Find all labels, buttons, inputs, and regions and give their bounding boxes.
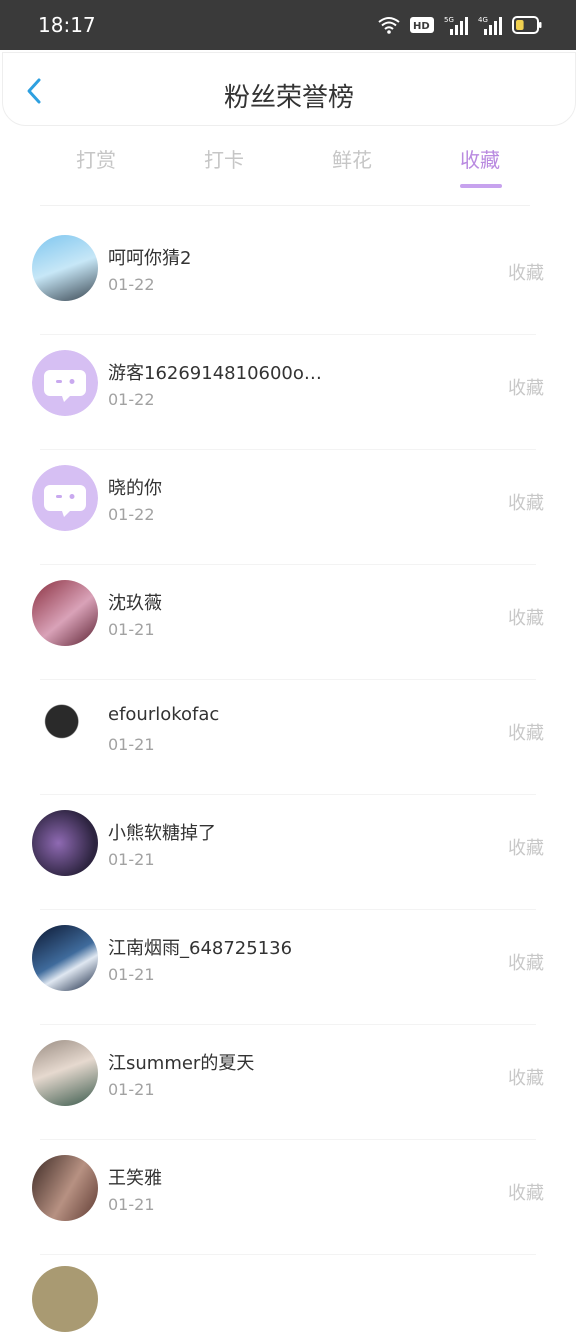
status-time: 18:17 xyxy=(38,13,96,37)
fan-name: 沈玖薇 xyxy=(108,593,162,614)
hd-icon: HD xyxy=(410,17,434,33)
fan-list: 呵呵你猜2 01-22 收藏 游客1626914810600on... 01-2… xyxy=(0,220,576,1255)
divider xyxy=(40,1254,536,1255)
fan-date: 01-22 xyxy=(108,390,155,409)
fan-row[interactable]: 晓的你 01-22 收藏 xyxy=(0,450,576,565)
fan-name: 呵呵你猜2 xyxy=(108,248,192,269)
fan-date: 01-21 xyxy=(108,1195,155,1214)
fan-name: 王笑雅 xyxy=(108,1168,162,1189)
header-bar: 粉丝荣誉榜 xyxy=(2,52,576,126)
signal-5g-icon: 5G xyxy=(444,16,468,35)
fan-row[interactable]: 江summer的夏天 01-21 收藏 xyxy=(0,1025,576,1140)
fan-name: 江南烟雨_648725136 xyxy=(108,938,293,959)
fan-row[interactable]: 沈玖薇 01-21 收藏 xyxy=(0,565,576,680)
fan-name: 小熊软糖掉了 xyxy=(108,823,216,844)
fan-name: 游客1626914810600on... xyxy=(108,363,323,384)
fan-row[interactable]: 王笑雅 01-21 收藏 xyxy=(0,1140,576,1255)
action-label: 收藏 xyxy=(508,953,544,974)
tab-active-indicator xyxy=(460,184,502,188)
action-label: 收藏 xyxy=(508,723,544,744)
action-label: 收藏 xyxy=(508,1183,544,1204)
action-label: 收藏 xyxy=(508,378,544,399)
avatar[interactable] xyxy=(32,1266,98,1332)
tab-checkin[interactable]: 打卡 xyxy=(184,144,264,173)
page-title: 粉丝荣誉榜 xyxy=(223,83,354,113)
fan-date: 01-21 xyxy=(108,1080,155,1099)
tab-bar: 打赏 打卡 鲜花 收藏 xyxy=(0,140,576,190)
action-label: 收藏 xyxy=(508,838,544,859)
fan-row[interactable]: efourlokofac 01-21 收藏 xyxy=(0,680,576,795)
tab-reward[interactable]: 打赏 xyxy=(56,144,136,173)
fan-name: 晓的你 xyxy=(108,478,162,499)
signal-5g-label: 5G xyxy=(444,16,454,24)
fan-date: 01-22 xyxy=(108,275,155,294)
signal-4g-icon: 4G xyxy=(478,16,502,35)
action-label: 收藏 xyxy=(508,263,544,284)
tab-flowers[interactable]: 鲜花 xyxy=(312,144,392,173)
fan-row[interactable]: 小熊软糖掉了 01-21 收藏 xyxy=(0,795,576,910)
action-label: 收藏 xyxy=(508,1068,544,1089)
fan-date: 01-21 xyxy=(108,850,155,869)
fan-name: 江summer的夏天 xyxy=(108,1053,255,1074)
divider xyxy=(40,205,530,206)
avatar[interactable] xyxy=(32,925,98,991)
avatar[interactable] xyxy=(32,235,98,301)
fan-date: 01-21 xyxy=(108,735,155,754)
default-chat-icon[interactable] xyxy=(32,465,98,531)
status-icons: HD 5G 4G xyxy=(378,14,542,36)
avatar[interactable] xyxy=(32,695,98,761)
fan-name: efourlokofac xyxy=(108,704,220,725)
status-bar: 18:17 HD 5G 4G xyxy=(0,0,576,50)
battery-icon xyxy=(512,16,542,34)
avatar[interactable] xyxy=(32,1040,98,1106)
fan-date: 01-21 xyxy=(108,620,155,639)
signal-4g-label: 4G xyxy=(478,16,488,24)
action-label: 收藏 xyxy=(508,493,544,514)
default-chat-icon[interactable] xyxy=(32,350,98,416)
action-label: 收藏 xyxy=(508,608,544,629)
tab-favorites[interactable]: 收藏 xyxy=(440,144,520,188)
fan-row[interactable]: 游客1626914810600on... 01-22 收藏 xyxy=(0,335,576,450)
tab-favorites-label: 收藏 xyxy=(460,148,500,172)
fan-row[interactable]: 呵呵你猜2 01-22 收藏 xyxy=(0,220,576,335)
fan-row[interactable]: 江南烟雨_648725136 01-21 收藏 xyxy=(0,910,576,1025)
avatar[interactable] xyxy=(32,580,98,646)
avatar[interactable] xyxy=(32,1155,98,1221)
fan-date: 01-22 xyxy=(108,505,155,524)
fan-date: 01-21 xyxy=(108,965,155,984)
hd-badge-text: HD xyxy=(413,21,430,32)
wifi-icon xyxy=(378,17,400,34)
avatar[interactable] xyxy=(32,810,98,876)
